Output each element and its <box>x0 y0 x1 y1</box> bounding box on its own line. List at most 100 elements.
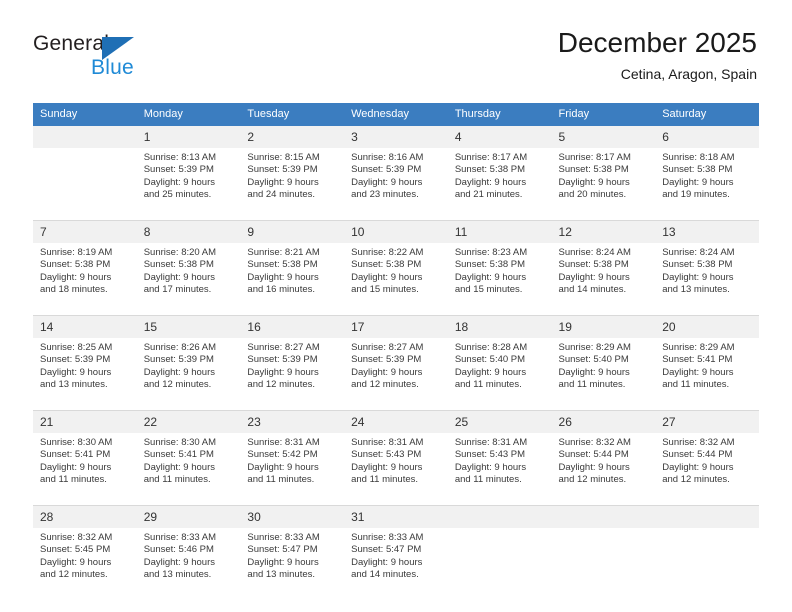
logo-text-blue: Blue <box>91 56 134 79</box>
day-cell[interactable]: Sunrise: 8:17 AM Sunset: 5:38 PM Daylight:… <box>551 148 656 219</box>
week-detail-row: Sunrise: 8:13 AM Sunset: 5:39 PM Daylight:… <box>33 148 759 219</box>
day-cell[interactable]: Sunrise: 8:15 AM Sunset: 5:39 PM Daylight:… <box>240 148 345 219</box>
daylight-text-line1: Daylight: 9 hours <box>454 461 527 473</box>
day-number[interactable]: 28 <box>33 505 137 528</box>
general-blue-logo[interactable]: General Blue <box>33 32 213 86</box>
day-cell[interactable]: Sunrise: 8:31 AM Sunset: 5:42 PM Daylight:… <box>240 433 345 504</box>
day-cell[interactable]: Sunrise: 8:22 AM Sunset: 5:38 PM Daylight:… <box>344 243 448 314</box>
day-number[interactable]: 16 <box>240 315 345 338</box>
weekday-header-sunday: Sunday <box>33 103 137 126</box>
weekday-header-thursday: Thursday <box>447 103 552 126</box>
day-cell[interactable]: Sunrise: 8:18 AM Sunset: 5:38 PM Daylight:… <box>655 148 759 219</box>
day-cell[interactable]: Sunrise: 8:17 AM Sunset: 5:38 PM Daylight:… <box>447 148 552 219</box>
day-cell[interactable]: Sunrise: 8:33 AM Sunset: 5:47 PM Daylight:… <box>344 528 448 599</box>
day-number[interactable]: 11 <box>447 220 552 243</box>
day-number[interactable]: 27 <box>655 410 759 433</box>
daylight-text-line2: and 15 minutes. <box>351 283 419 295</box>
day-number[interactable]: 9 <box>240 220 345 243</box>
day-cell[interactable]: Sunrise: 8:28 AM Sunset: 5:40 PM Daylight:… <box>447 338 552 409</box>
day-number[interactable]: 19 <box>551 315 656 338</box>
day-cell[interactable]: Sunrise: 8:32 AM Sunset: 5:45 PM Daylight:… <box>33 528 137 599</box>
sunrise-text: Sunrise: 8:16 AM <box>351 152 424 163</box>
calendar-body: 1 2 3 4 5 6 Sunrise: 8:13 AM Sunset: 5:39 PM Day… <box>33 126 759 599</box>
empty-day-number <box>447 505 552 528</box>
day-cell[interactable]: Sunrise: 8:31 AM Sunset: 5:43 PM Daylight:… <box>344 433 448 504</box>
day-cell[interactable]: Sunrise: 8:25 AM Sunset: 5:39 PM Daylight:… <box>33 338 137 409</box>
day-cell[interactable]: Sunrise: 8:21 AM Sunset: 5:38 PM Daylight:… <box>240 243 345 314</box>
day-cell[interactable]: Sunrise: 8:26 AM Sunset: 5:39 PM Daylight:… <box>136 338 241 409</box>
weekday-header-monday: Monday <box>136 103 241 126</box>
sunset-text: Sunset: 5:39 PM <box>143 164 214 176</box>
day-number[interactable]: 10 <box>344 220 448 243</box>
title-block: December 2025 Cetina, Aragon, Spain <box>558 26 757 84</box>
day-number[interactable]: 21 <box>33 410 137 433</box>
sunset-text: Sunset: 5:39 PM <box>40 354 111 366</box>
day-number[interactable]: 22 <box>136 410 241 433</box>
sunset-text: Sunset: 5:43 PM <box>454 449 526 461</box>
sunset-text: Sunset: 5:40 PM <box>454 354 526 366</box>
sunset-text: Sunset: 5:38 PM <box>662 164 733 176</box>
day-number[interactable]: 29 <box>136 505 241 528</box>
day-cell[interactable]: Sunrise: 8:27 AM Sunset: 5:39 PM Daylight:… <box>240 338 345 409</box>
empty-day-cell <box>33 148 137 219</box>
daylight-text-line2: and 14 minutes. <box>351 568 419 580</box>
day-number[interactable]: 8 <box>136 220 241 243</box>
day-cell[interactable]: Sunrise: 8:24 AM Sunset: 5:38 PM Daylight:… <box>655 243 759 314</box>
day-number[interactable]: 7 <box>33 220 137 243</box>
day-number[interactable]: 15 <box>136 315 241 338</box>
day-number[interactable]: 1 <box>136 126 241 148</box>
day-cell[interactable]: Sunrise: 8:16 AM Sunset: 5:39 PM Daylight:… <box>344 148 448 219</box>
day-cell[interactable]: Sunrise: 8:30 AM Sunset: 5:41 PM Daylight:… <box>136 433 241 504</box>
sunset-text: Sunset: 5:39 PM <box>351 164 422 176</box>
day-cell[interactable]: Sunrise: 8:24 AM Sunset: 5:38 PM Daylight:… <box>551 243 656 314</box>
day-number[interactable]: 25 <box>447 410 552 433</box>
daylight-text-line2: and 20 minutes. <box>558 188 627 200</box>
daylight-text-line1: Daylight: 9 hours <box>247 176 319 188</box>
day-number[interactable]: 13 <box>655 220 759 243</box>
day-number[interactable]: 26 <box>551 410 656 433</box>
day-number[interactable]: 2 <box>240 126 345 148</box>
day-cell[interactable]: Sunrise: 8:20 AM Sunset: 5:38 PM Daylight:… <box>136 243 241 314</box>
day-cell[interactable]: Sunrise: 8:29 AM Sunset: 5:40 PM Daylight:… <box>551 338 656 409</box>
day-number[interactable]: 31 <box>344 505 448 528</box>
sunrise-text: Sunrise: 8:32 AM <box>40 532 113 543</box>
day-number[interactable]: 24 <box>344 410 448 433</box>
day-number[interactable]: 12 <box>551 220 656 243</box>
sunrise-text: Sunrise: 8:23 AM <box>454 247 528 258</box>
day-cell[interactable]: Sunrise: 8:33 AM Sunset: 5:46 PM Daylight:… <box>136 528 241 599</box>
day-cell[interactable]: Sunrise: 8:29 AM Sunset: 5:41 PM Daylight:… <box>655 338 759 409</box>
day-cell[interactable]: Sunrise: 8:32 AM Sunset: 5:44 PM Daylight:… <box>655 433 759 504</box>
sunrise-text: Sunrise: 8:26 AM <box>143 342 217 353</box>
day-cell[interactable]: Sunrise: 8:31 AM Sunset: 5:43 PM Daylight:… <box>447 433 552 504</box>
day-number[interactable]: 5 <box>551 126 656 148</box>
day-number[interactable]: 4 <box>447 126 552 148</box>
weekday-header-friday: Friday <box>551 103 656 126</box>
daylight-text-line1: Daylight: 9 hours <box>40 556 112 568</box>
daylight-text-line2: and 12 minutes. <box>662 473 730 485</box>
day-cell[interactable]: Sunrise: 8:13 AM Sunset: 5:39 PM Daylight:… <box>136 148 241 219</box>
day-cell[interactable]: Sunrise: 8:27 AM Sunset: 5:39 PM Daylight:… <box>344 338 448 409</box>
day-number[interactable]: 30 <box>240 505 345 528</box>
sunset-text: Sunset: 5:40 PM <box>558 354 629 366</box>
sunrise-text: Sunrise: 8:17 AM <box>558 152 631 163</box>
daylight-text-line1: Daylight: 9 hours <box>454 271 527 283</box>
daylight-text-line2: and 11 minutes. <box>454 378 522 390</box>
day-number[interactable]: 18 <box>447 315 552 338</box>
calendar-page: General Blue December 2025 Cetina, Arago… <box>0 0 792 612</box>
day-cell[interactable]: Sunrise: 8:32 AM Sunset: 5:44 PM Daylight:… <box>551 433 656 504</box>
day-cell[interactable]: Sunrise: 8:23 AM Sunset: 5:38 PM Daylight:… <box>447 243 552 314</box>
sunrise-text: Sunrise: 8:13 AM <box>143 152 217 163</box>
day-number[interactable]: 14 <box>33 315 137 338</box>
day-cell[interactable]: Sunrise: 8:30 AM Sunset: 5:41 PM Daylight:… <box>33 433 137 504</box>
daylight-text-line1: Daylight: 9 hours <box>247 271 319 283</box>
day-number[interactable]: 17 <box>344 315 448 338</box>
day-number[interactable]: 3 <box>344 126 448 148</box>
day-number[interactable]: 6 <box>655 126 759 148</box>
day-cell[interactable]: Sunrise: 8:19 AM Sunset: 5:38 PM Daylight:… <box>33 243 137 314</box>
empty-day-cell <box>447 528 552 599</box>
day-number[interactable]: 23 <box>240 410 345 433</box>
day-number[interactable]: 20 <box>655 315 759 338</box>
day-cell[interactable]: Sunrise: 8:33 AM Sunset: 5:47 PM Daylight:… <box>240 528 345 599</box>
sunrise-text: Sunrise: 8:27 AM <box>351 342 424 353</box>
sunrise-text: Sunrise: 8:18 AM <box>662 152 735 163</box>
